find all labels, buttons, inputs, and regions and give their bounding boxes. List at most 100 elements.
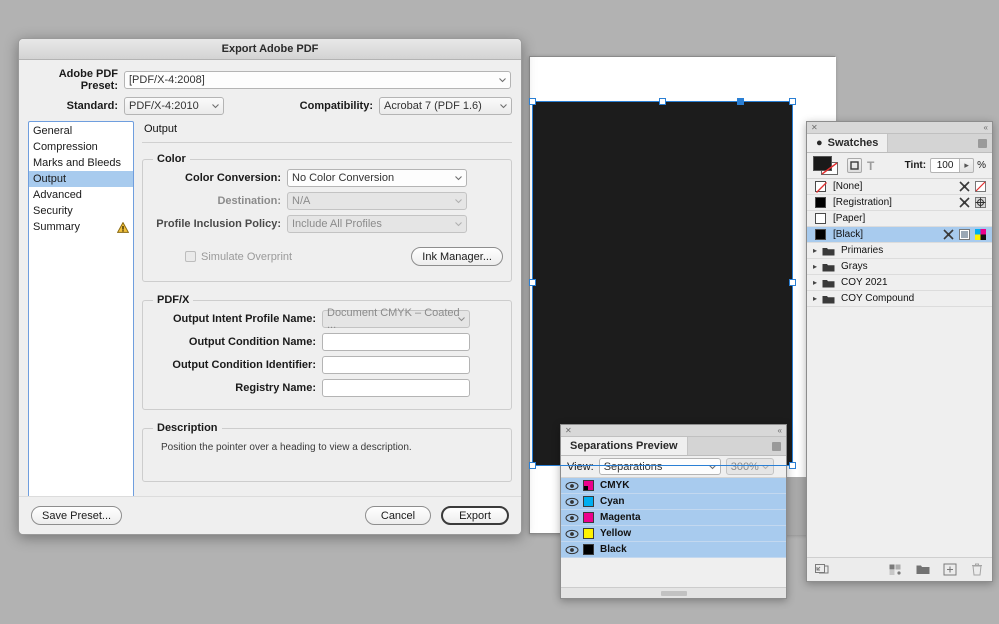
swatch-name: [None] — [833, 181, 863, 192]
lock-icon — [959, 181, 970, 192]
separation-row-cmyk[interactable]: CMYK — [561, 478, 786, 494]
swatch-row-none[interactable]: [None] — [807, 179, 992, 195]
chevron-right-icon[interactable]: ▸ — [813, 262, 819, 271]
profile-policy-label: Profile Inclusion Policy: — [156, 218, 281, 230]
selection-handle-bottom-right[interactable] — [789, 462, 796, 469]
tab-separations-preview[interactable]: Separations Preview — [561, 437, 688, 455]
swatch-row-black[interactable]: [Black] — [807, 227, 992, 243]
swatch-group-coy-compound[interactable]: ▸ COY Compound — [807, 291, 992, 307]
destination-select: N/A — [287, 192, 467, 210]
eye-icon[interactable] — [565, 528, 579, 540]
chevron-down-icon — [458, 316, 465, 323]
output-condition-name-input[interactable] — [322, 333, 470, 351]
swatch-row-paper[interactable]: [Paper] — [807, 211, 992, 227]
separations-zoom-select: 300% — [725, 458, 774, 475]
export-button[interactable]: Export — [441, 506, 509, 525]
chevron-right-icon[interactable]: ▸ — [813, 278, 819, 287]
sidebar-item-marks-and-bleeds[interactable]: Marks and Bleeds — [29, 155, 133, 171]
cancel-label: Cancel — [380, 509, 416, 522]
delete-swatch-icon[interactable] — [970, 563, 984, 576]
selection-handle-middle-right[interactable] — [789, 279, 796, 286]
compatibility-value: Acrobat 7 (PDF 1.6) — [384, 100, 482, 112]
color-group: Color Color Conversion: No Color Convers… — [142, 153, 512, 282]
selection-handle-top-right-inner[interactable] — [737, 98, 744, 105]
resize-grip-icon[interactable] — [660, 590, 687, 596]
sidebar-item-summary[interactable]: Summary — [29, 219, 133, 235]
add-to-library-icon[interactable] — [815, 563, 829, 576]
sidebar-item-compression[interactable]: Compression — [29, 139, 133, 155]
view-label: View: — [567, 460, 594, 473]
preset-value: [PDF/X-4:2008] — [129, 74, 205, 86]
tint-input[interactable]: 100 — [930, 158, 961, 173]
new-color-group-icon[interactable] — [889, 563, 903, 576]
collapse-icon[interactable]: « — [778, 426, 782, 435]
eye-icon[interactable] — [565, 480, 579, 492]
save-preset-label: Save Preset... — [42, 509, 112, 522]
output-condition-id-input[interactable] — [322, 356, 470, 374]
cancel-button[interactable]: Cancel — [365, 506, 431, 525]
panel-menu-icon[interactable] — [978, 138, 987, 148]
view-select[interactable]: Separations — [598, 458, 721, 475]
separations-preview-panel[interactable]: ✕ « Separations Preview View: Separation… — [560, 424, 787, 599]
separation-row-cyan[interactable]: Cyan — [561, 494, 786, 510]
artwork-rectangle[interactable] — [533, 102, 793, 466]
color-conversion-select[interactable]: No Color Conversion — [287, 169, 467, 187]
fill-stroke-proxy[interactable] — [813, 155, 839, 176]
export-adobe-pdf-dialog[interactable]: Export Adobe PDF Adobe PDF Preset: [PDF/… — [18, 38, 522, 535]
formatting-text-icon[interactable]: T — [867, 159, 874, 173]
separations-resize-bar[interactable] — [561, 587, 786, 598]
swatch-name: [Black] — [833, 229, 864, 240]
swatch-row-icons — [943, 229, 992, 240]
chevron-right-icon[interactable]: ▸ — [813, 246, 819, 255]
compatibility-select[interactable]: Acrobat 7 (PDF 1.6) — [379, 97, 512, 115]
output-condition-id-row: Output Condition Identifier: — [151, 356, 503, 374]
group-name: Primaries — [841, 245, 884, 256]
swatch-row-registration[interactable]: [Registration] — [807, 195, 992, 211]
standard-select[interactable]: PDF/X-4:2010 — [124, 97, 224, 115]
ink-manager-label: Ink Manager... — [422, 250, 492, 263]
selection-handle-middle-left[interactable] — [529, 279, 536, 286]
sidebar-item-output[interactable]: Output — [29, 171, 133, 187]
sidebar-item-security[interactable]: Security — [29, 203, 133, 219]
formatting-container-button[interactable] — [847, 158, 862, 173]
save-preset-button[interactable]: Save Preset... — [31, 506, 123, 525]
dialog-main-pane: Output Color Color Conversion: No Color … — [142, 121, 512, 511]
close-icon[interactable]: ✕ — [811, 123, 818, 132]
preset-select[interactable]: [PDF/X-4:2008] — [124, 71, 511, 89]
separation-row-magenta[interactable]: Magenta — [561, 510, 786, 526]
chevron-right-icon[interactable]: ▸ — [813, 294, 819, 303]
selection-handle-top-center[interactable] — [659, 98, 666, 105]
separations-panel-tabbar: Separations Preview — [561, 437, 786, 456]
selection-handle-bottom-left[interactable] — [529, 462, 536, 469]
eye-icon[interactable] — [565, 512, 579, 524]
swatches-panel-topbar: ✕ « — [807, 122, 992, 134]
separation-row-black[interactable]: Black — [561, 542, 786, 558]
sidebar-item-general[interactable]: General — [29, 123, 133, 139]
dialog-sidebar[interactable]: General Compression Marks and Bleeds Out… — [28, 121, 134, 511]
collapse-icon[interactable]: « — [984, 123, 988, 132]
selection-handle-top-left[interactable] — [529, 98, 536, 105]
swatch-group-primaries[interactable]: ▸ Primaries — [807, 243, 992, 259]
swatches-panel[interactable]: ✕ « ● Swatches T Tint: 100 ▸ % [None] [R… — [806, 121, 993, 582]
swatch-group-coy-2021[interactable]: ▸ COY 2021 — [807, 275, 992, 291]
swatch-group-grays[interactable]: ▸ Grays — [807, 259, 992, 275]
tab-swatches[interactable]: ● Swatches — [807, 134, 889, 152]
close-icon[interactable]: ✕ — [565, 426, 572, 435]
new-folder-icon[interactable] — [916, 563, 930, 576]
eye-icon[interactable] — [565, 544, 579, 556]
output-condition-id-label: Output Condition Identifier: — [172, 359, 316, 371]
lock-icon — [943, 229, 954, 240]
separation-row-yellow[interactable]: Yellow — [561, 526, 786, 542]
sidebar-item-advanced[interactable]: Advanced — [29, 187, 133, 203]
eye-icon[interactable] — [565, 496, 579, 508]
selection-handle-top-right[interactable] — [789, 98, 796, 105]
new-swatch-icon[interactable] — [943, 563, 957, 576]
tint-stepper-button[interactable]: ▸ — [960, 158, 975, 173]
view-value: Separations — [603, 460, 663, 473]
group-name: Grays — [841, 261, 868, 272]
swatch-name: [Registration] — [833, 197, 892, 208]
swatch-name: [Paper] — [833, 213, 866, 224]
ink-manager-button[interactable]: Ink Manager... — [411, 247, 503, 266]
panel-menu-icon[interactable] — [772, 441, 781, 451]
registry-name-input[interactable] — [322, 379, 470, 397]
